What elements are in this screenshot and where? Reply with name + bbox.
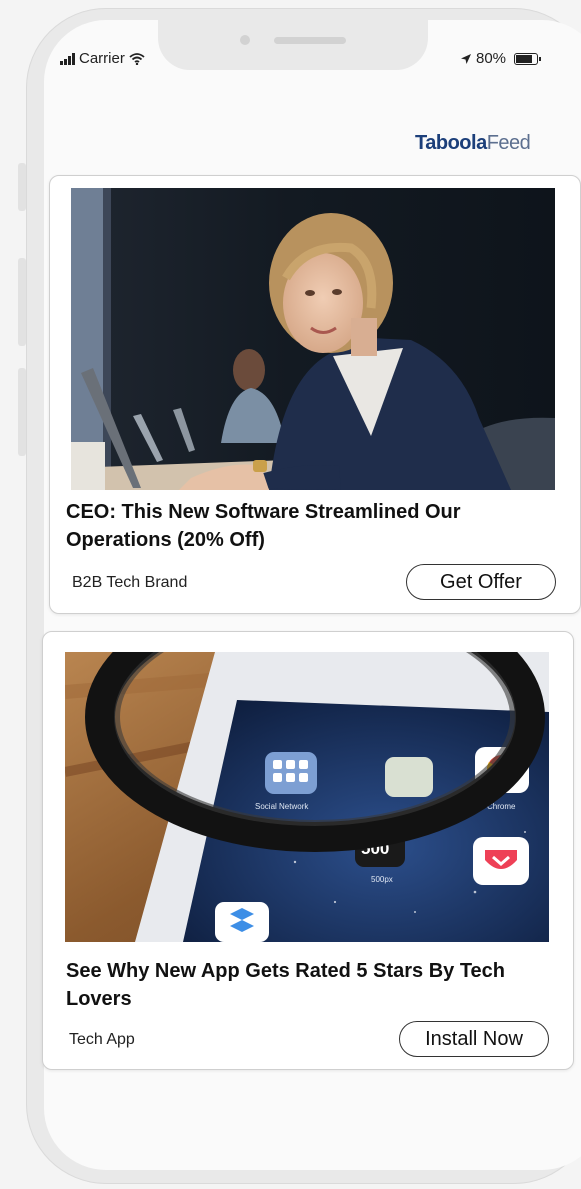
status-bar-right: 80%	[460, 50, 542, 67]
front-camera	[240, 35, 250, 45]
article-image[interactable]: Social Network Chrome 500 500px Flipboar…	[65, 652, 549, 942]
app-500-caption: 500px	[371, 875, 393, 884]
earpiece-speaker	[274, 37, 346, 44]
signal-icon	[60, 52, 75, 65]
article-source: B2B Tech Brand	[72, 574, 188, 591]
battery-percent: 80%	[476, 50, 507, 67]
wifi-icon	[129, 52, 145, 65]
volume-up-button	[18, 258, 26, 346]
mute-switch	[18, 163, 26, 211]
feed-card[interactable]: CEO: This New Software Streamlined Our O…	[49, 175, 581, 614]
article-title[interactable]: CEO: This New Software Streamlined Our O…	[66, 498, 506, 554]
get-offer-button[interactable]: Get Offer	[406, 564, 556, 600]
volume-down-button	[18, 368, 26, 456]
article-source: Tech App	[69, 1031, 135, 1048]
taboola-feed-logo: TaboolaFeed	[415, 132, 531, 154]
article-title[interactable]: See Why New App Gets Rated 5 Stars By Te…	[66, 957, 536, 1013]
status-bar-left: Carrier	[60, 50, 145, 67]
phone-notch	[158, 18, 428, 70]
location-arrow-icon	[461, 53, 471, 64]
folder-label: Social Network	[255, 802, 309, 811]
carrier-label: Carrier	[79, 50, 125, 67]
battery-icon	[514, 52, 542, 65]
article-image[interactable]	[71, 188, 555, 490]
feed-card[interactable]: Social Network Chrome 500 500px Flipboar…	[42, 631, 574, 1070]
install-now-button[interactable]: Install Now	[399, 1021, 549, 1057]
